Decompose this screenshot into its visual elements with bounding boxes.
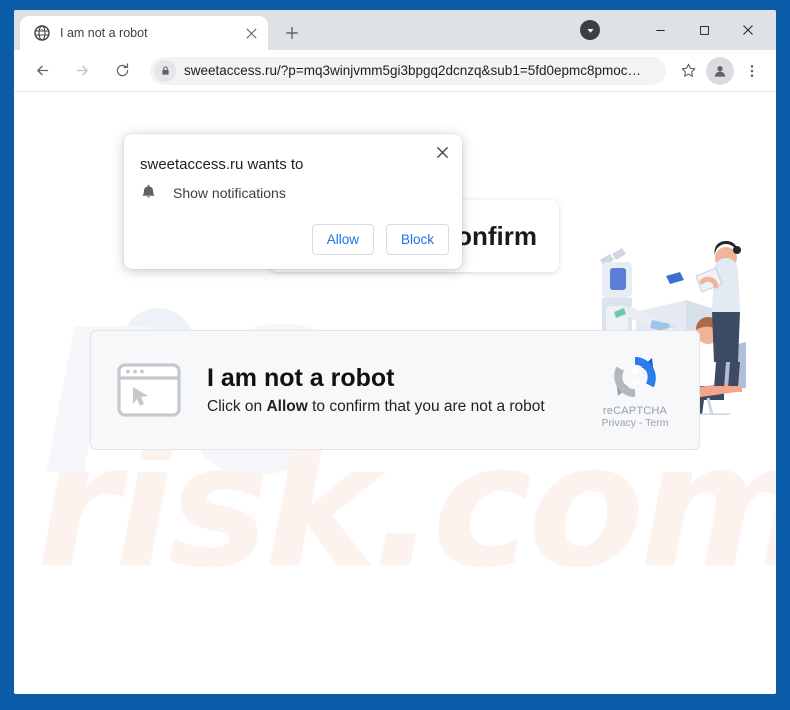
popup-title: sweetaccess.ru wants to	[140, 156, 304, 173]
robot-card-subtitle: Click on Allow to confirm that you are n…	[207, 398, 589, 416]
three-dots-menu-icon[interactable]	[738, 57, 766, 85]
confirm-card-text: onfirm	[456, 220, 537, 251]
block-button[interactable]: Block	[385, 224, 449, 255]
popup-actions: Allow Block	[311, 224, 449, 255]
url-host: sweetaccess.ru	[184, 63, 278, 78]
recaptcha-links[interactable]: Privacy - Term	[589, 417, 681, 429]
browser-window-cursor-icon	[117, 363, 181, 417]
globe-icon	[34, 25, 50, 41]
robot-card-title: I am not a robot	[207, 363, 395, 392]
bell-icon	[140, 184, 157, 201]
back-button[interactable]	[27, 56, 57, 86]
robot-subtitle-prefix: Click on	[207, 398, 267, 416]
new-tab-button[interactable]	[278, 19, 306, 47]
browser-tab[interactable]: I am not a robot	[20, 16, 268, 50]
star-icon[interactable]	[674, 57, 702, 85]
address-bar[interactable]: sweetaccess.ru/?p=mq3winjvmm5gi3bpgq2dcn…	[150, 56, 666, 85]
browser-window: I am not a robot sweetaccess.ru/?p=mq3wi…	[14, 10, 776, 694]
tabstrip-right-controls	[580, 10, 776, 50]
url-text: sweetaccess.ru/?p=mq3winjvmm5gi3bpgq2dcn…	[184, 63, 641, 78]
robot-card-texts: I am not a robot Click on Allow to confi…	[207, 364, 589, 417]
popup-close-icon[interactable]	[430, 140, 454, 164]
recaptcha-name: reCAPTCHA	[602, 405, 668, 417]
page-viewport: PC risk.com	[14, 92, 776, 694]
robot-subtitle-suffix: to confirm that you are not a robot	[307, 398, 545, 416]
window-maximize-button[interactable]	[682, 10, 726, 50]
url-path: /?p=mq3winjvmm5gi3bpgq2dcnzq&sub1=5fd0ep…	[277, 63, 642, 78]
lock-icon	[154, 59, 176, 82]
recaptcha-badge: reCAPTCHA Privacy - Term	[589, 351, 681, 429]
window-close-button[interactable]	[726, 10, 770, 50]
forward-button[interactable]	[67, 56, 97, 86]
reload-button[interactable]	[107, 56, 137, 86]
recaptcha-icon	[614, 356, 656, 398]
tab-close-icon[interactable]	[242, 24, 260, 42]
profile-avatar[interactable]	[706, 56, 734, 85]
browser-toolbar: sweetaccess.ru/?p=mq3winjvmm5gi3bpgq2dcn…	[14, 50, 776, 92]
tab-title: I am not a robot	[60, 26, 148, 40]
notification-permission-popup: sweetaccess.ru wants to Show notificatio…	[124, 134, 462, 269]
popup-permission-label: Show notifications	[173, 184, 286, 201]
popup-permission-row: Show notifications	[140, 184, 286, 201]
robot-verification-card: I am not a robot Click on Allow to confi…	[90, 330, 700, 450]
allow-button[interactable]: Allow	[311, 224, 374, 255]
window-minimize-button[interactable]	[638, 10, 682, 50]
tab-strip: I am not a robot	[14, 10, 776, 50]
robot-subtitle-bold: Allow	[266, 398, 308, 416]
download-circle-icon[interactable]	[580, 20, 600, 40]
